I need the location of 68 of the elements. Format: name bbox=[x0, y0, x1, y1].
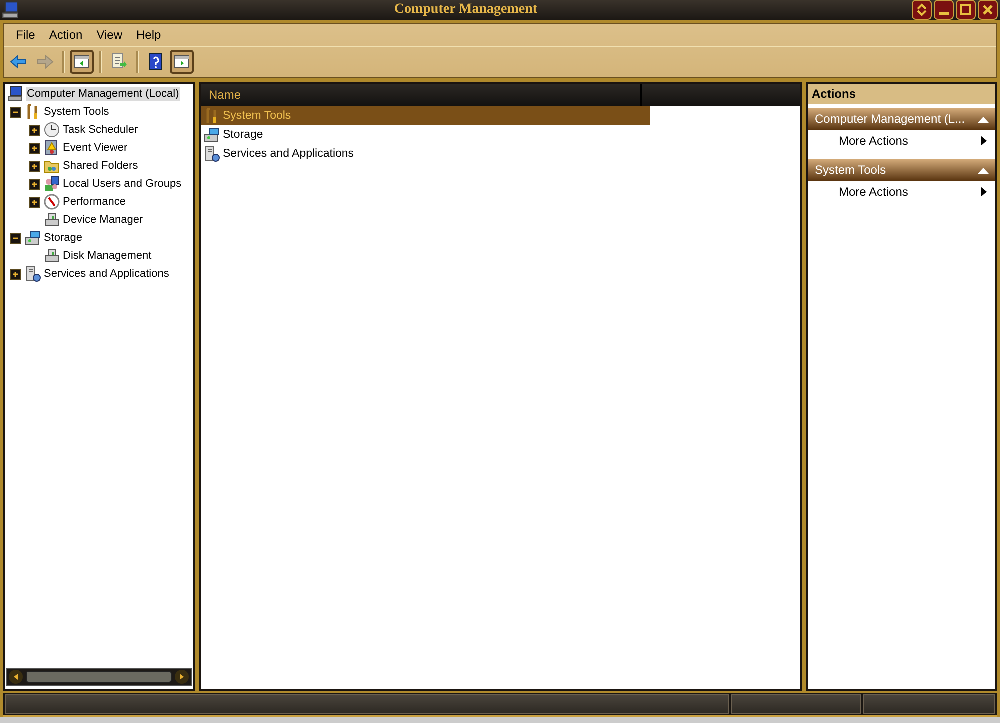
computer-icon bbox=[2, 1, 20, 19]
help-icon bbox=[147, 53, 165, 71]
horizontal-scrollbar[interactable] bbox=[6, 668, 192, 686]
storage-icon bbox=[25, 230, 41, 246]
expand-toggle[interactable] bbox=[29, 196, 40, 208]
back-icon bbox=[10, 53, 28, 71]
console-tree-icon bbox=[73, 53, 91, 71]
section-title: System Tools bbox=[815, 163, 886, 177]
maximize-button[interactable] bbox=[956, 0, 976, 20]
tree-item[interactable]: Device Manager bbox=[62, 213, 144, 227]
close-button[interactable] bbox=[978, 0, 998, 20]
log-icon bbox=[44, 140, 60, 156]
list-item[interactable]: Storage bbox=[222, 128, 650, 142]
collapse-toggle[interactable] bbox=[10, 106, 21, 118]
tree-item[interactable]: Task Scheduler bbox=[62, 123, 140, 137]
export-icon bbox=[110, 53, 128, 71]
tree-item[interactable]: Shared Folders bbox=[62, 159, 140, 173]
services-icon bbox=[25, 266, 41, 282]
expand-toggle[interactable] bbox=[29, 160, 40, 172]
action-link[interactable]: More Actions bbox=[839, 185, 908, 199]
tree-item[interactable]: Event Viewer bbox=[62, 141, 129, 155]
show-tree-button[interactable] bbox=[70, 50, 94, 74]
tree-item[interactable]: Local Users and Groups bbox=[62, 177, 183, 191]
tree-item[interactable]: Storage bbox=[43, 231, 84, 245]
menu-item[interactable]: Help bbox=[130, 26, 168, 44]
expand-toggle[interactable] bbox=[10, 268, 21, 280]
roll-up-button[interactable] bbox=[912, 0, 932, 20]
action-pane-icon bbox=[173, 53, 191, 71]
collapse-toggle[interactable] bbox=[10, 232, 21, 244]
right-arrow-icon[interactable] bbox=[178, 673, 186, 681]
menu-item[interactable]: Action bbox=[42, 26, 90, 44]
expand-toggle[interactable] bbox=[29, 124, 40, 136]
action-section-header[interactable]: Computer Management (L... bbox=[808, 108, 995, 130]
gauge-icon bbox=[44, 194, 60, 210]
minimize-button[interactable] bbox=[934, 0, 954, 20]
actions-header: Actions bbox=[808, 84, 995, 106]
left-arrow-icon[interactable] bbox=[12, 673, 20, 681]
menu-item[interactable]: View bbox=[90, 26, 130, 44]
device-icon bbox=[44, 212, 60, 228]
tree-item[interactable]: Disk Management bbox=[62, 249, 153, 263]
window-title: Computer Management bbox=[393, 2, 539, 18]
section-title: Computer Management (L... bbox=[815, 112, 966, 126]
maximize-icon bbox=[960, 4, 972, 16]
show-action-pane-button[interactable] bbox=[170, 50, 194, 74]
action-section-header[interactable]: System Tools bbox=[808, 159, 995, 181]
storage-icon bbox=[204, 126, 220, 142]
submenu-arrow-icon bbox=[981, 136, 987, 146]
device-icon bbox=[44, 248, 60, 264]
tree-item[interactable]: Performance bbox=[62, 195, 127, 209]
double-chevron-icon bbox=[916, 3, 928, 17]
tree-item[interactable]: System Tools bbox=[43, 105, 110, 119]
tree-item[interactable]: Services and Applications bbox=[43, 267, 170, 281]
expand-toggle[interactable] bbox=[29, 142, 40, 154]
forward-icon bbox=[36, 53, 54, 71]
clock-icon bbox=[44, 122, 60, 138]
computer-icon bbox=[8, 86, 24, 102]
users-icon bbox=[44, 176, 60, 192]
tree-item[interactable]: Computer Management (Local) bbox=[26, 87, 180, 101]
collapse-arrow-icon[interactable] bbox=[978, 166, 989, 174]
close-icon bbox=[982, 4, 994, 16]
action-link[interactable]: More Actions bbox=[839, 134, 908, 148]
menu-item[interactable]: File bbox=[9, 26, 42, 44]
minimize-icon bbox=[939, 12, 949, 15]
collapse-arrow-icon[interactable] bbox=[978, 116, 989, 122]
list-item[interactable]: Services and Applications bbox=[222, 146, 650, 160]
expand-toggle[interactable] bbox=[29, 178, 40, 190]
submenu-arrow-icon bbox=[981, 187, 987, 197]
services-icon bbox=[204, 146, 220, 162]
